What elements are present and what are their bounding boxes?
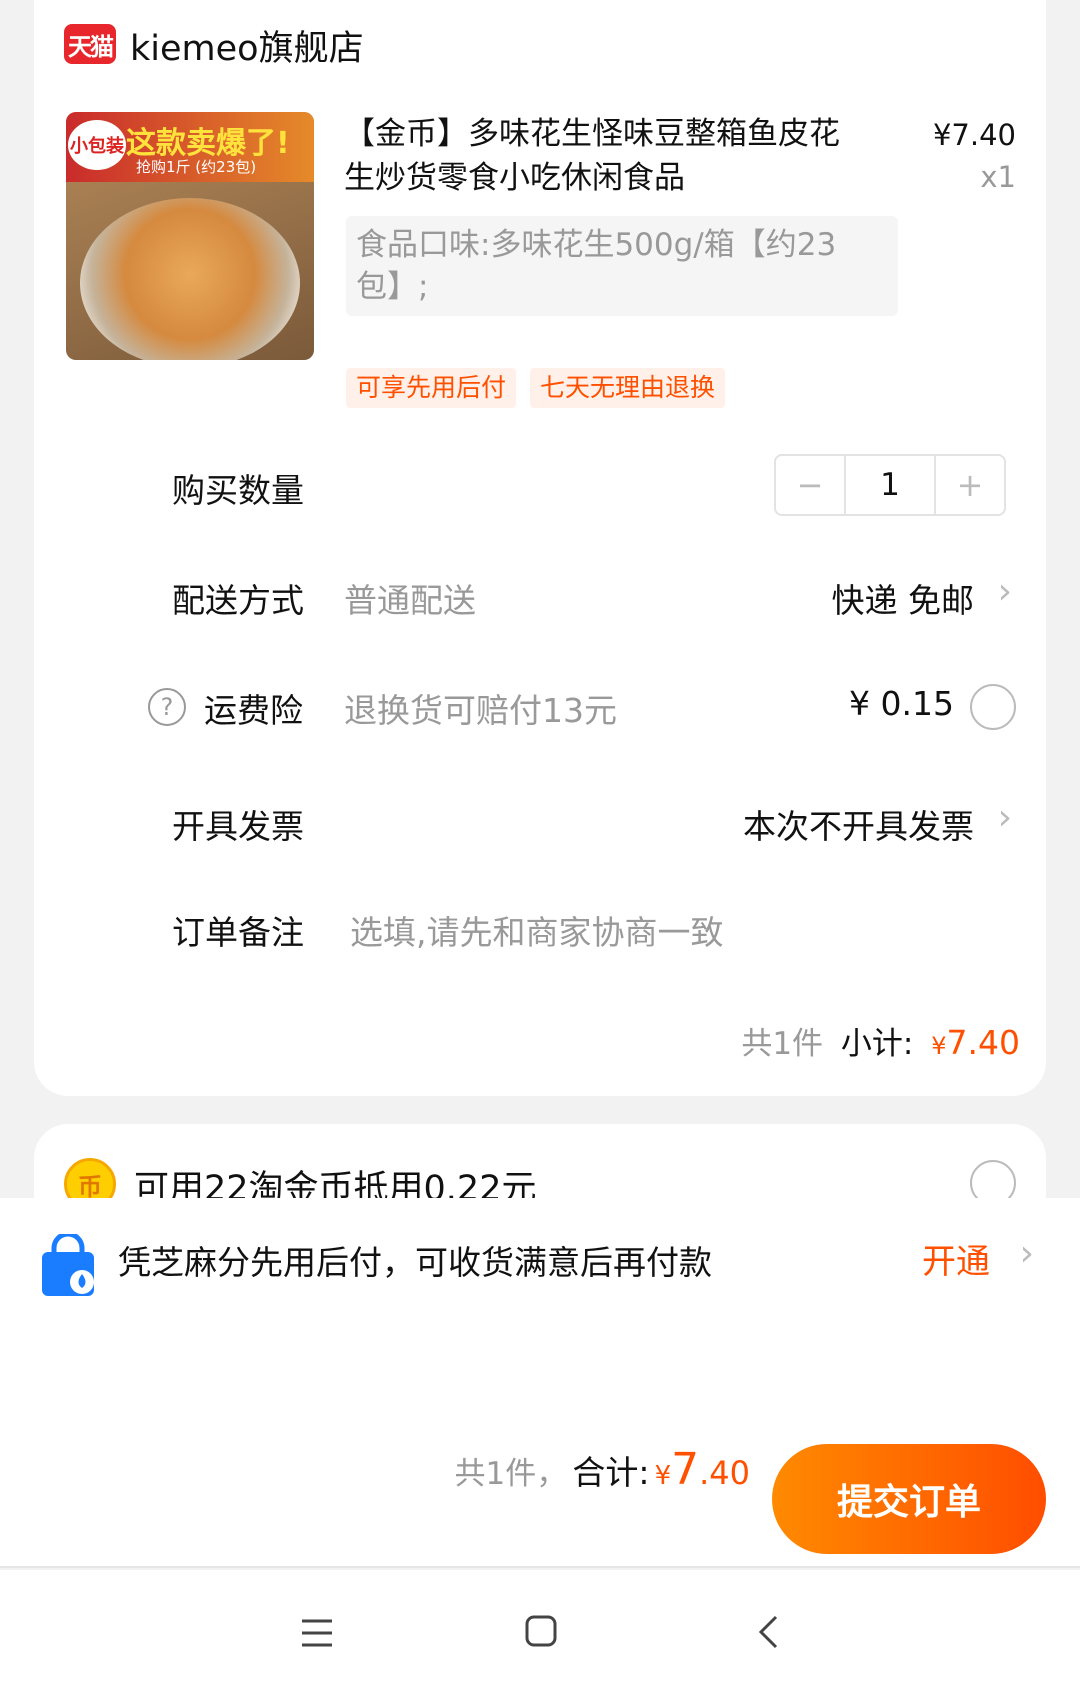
system-nav-bar: [0, 1570, 1080, 1704]
product-qty: x1: [980, 160, 1016, 194]
total-amount-int: 7: [671, 1444, 700, 1495]
product-title[interactable]: 【金币】多味花生怪味豆整箱鱼皮花生炒货零食小吃休闲食品: [344, 112, 864, 200]
pay-later-chevron-icon[interactable]: ›: [1020, 1236, 1034, 1272]
invoice-value[interactable]: 本次不开具发票: [743, 800, 974, 848]
pay-later-open-link[interactable]: 开通: [922, 1234, 990, 1283]
submit-order-button[interactable]: 提交订单: [772, 1444, 1046, 1554]
invoice-label: 开具发票: [172, 807, 304, 846]
shopping-bag-icon: [36, 1231, 100, 1300]
total-currency: ¥: [654, 1461, 672, 1491]
delivery-sub: 普通配送: [344, 581, 476, 620]
order-card: 天猫 kiemeo旗舰店 小包装 这款卖爆了! 抢购1斤 (约23包) 【金币】…: [34, 0, 1046, 1096]
product-thumbnail[interactable]: 小包装 这款卖爆了! 抢购1斤 (约23包): [66, 112, 314, 360]
peanut-bowl-image: [80, 198, 300, 360]
thumb-subline: 抢购1斤 (约23包): [136, 158, 257, 176]
tmall-logo: 天猫: [64, 24, 116, 64]
total-count: 共1件，: [454, 1456, 568, 1492]
badge-pay-later: 可享先用后付: [346, 368, 517, 408]
quantity-label: 购买数量: [172, 471, 304, 510]
subtotal-currency: ¥: [931, 1032, 947, 1060]
order-note-input[interactable]: 选填,请先和商家协商一致: [350, 906, 724, 954]
delivery-label: 配送方式: [172, 581, 304, 620]
quantity-value[interactable]: 1: [844, 456, 936, 514]
subtotal-amount: 7.40: [946, 1023, 1020, 1062]
delivery-value[interactable]: 快递 免邮: [832, 574, 975, 622]
product-spec[interactable]: 食品口味:多味花生500g/箱【约23包】;: [346, 216, 898, 316]
store-name[interactable]: kiemeo旗舰店: [130, 20, 364, 71]
subtotal-row: 共1件 小计: ¥7.40: [741, 1018, 1020, 1063]
quantity-minus-button[interactable]: −: [776, 456, 844, 514]
order-note-label: 订单备注: [172, 913, 304, 952]
product-price: ¥7.40: [932, 118, 1016, 152]
thumb-tag: 小包装: [68, 120, 126, 170]
quantity-stepper: − 1 +: [774, 454, 1006, 516]
total-amount-dec: .40: [699, 1454, 750, 1492]
subtotal-count: 共1件: [741, 1026, 824, 1062]
subtotal-label: 小计:: [840, 1026, 914, 1062]
quantity-plus-button[interactable]: +: [936, 456, 1004, 514]
shipping-insurance-price: ¥ 0.15: [849, 684, 954, 723]
badge-7day-return: 七天无理由退换: [530, 368, 726, 408]
shipping-insurance-label: 运费险: [204, 691, 303, 730]
menu-icon[interactable]: [300, 1618, 334, 1648]
total-row: 共1件， 合计: ¥7.40: [455, 1444, 750, 1495]
help-icon[interactable]: ?: [148, 688, 186, 726]
delivery-chevron-icon[interactable]: ›: [998, 574, 1012, 610]
back-icon[interactable]: [756, 1614, 780, 1650]
shipping-insurance-sub: 退换货可赔付13元: [344, 691, 617, 730]
pay-later-text: 凭芝麻分先用后付，可收货满意后再付款: [118, 1243, 712, 1282]
home-icon[interactable]: [524, 1614, 558, 1648]
shipping-insurance-radio[interactable]: [970, 684, 1016, 730]
invoice-chevron-icon[interactable]: ›: [998, 800, 1012, 836]
total-label: 合计:: [572, 1453, 650, 1492]
